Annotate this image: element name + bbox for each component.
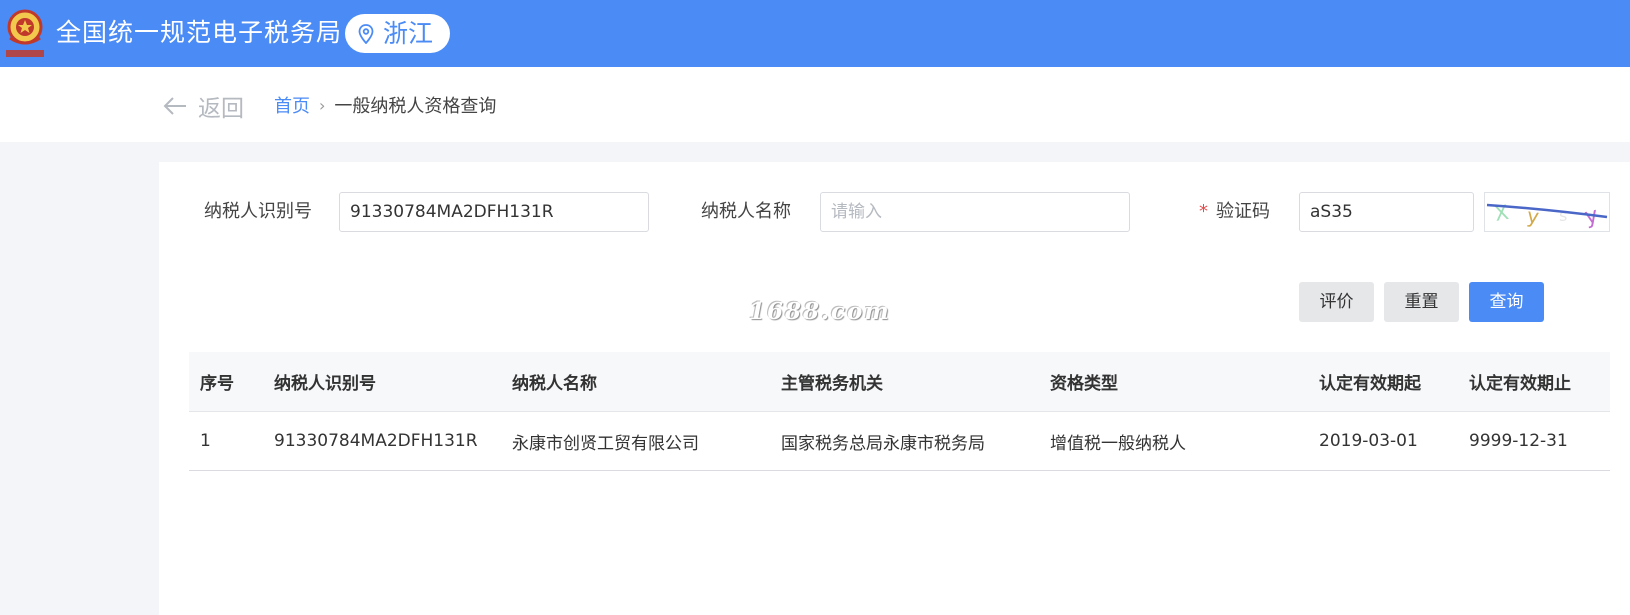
results-table: 序号 纳税人识别号 纳税人名称 主管税务机关 资格类型 认定有效期起 认定有效期…	[189, 352, 1610, 471]
column-header: 纳税人识别号	[274, 374, 376, 394]
top-header: 全国统一规范电子税务局 浙江	[0, 0, 1630, 67]
taxpayer-id-input[interactable]	[339, 192, 649, 232]
location-pin-icon	[358, 23, 374, 44]
reset-button[interactable]: 重置	[1384, 282, 1459, 322]
watermark: 1688.com	[749, 298, 891, 325]
table-header-row: 序号 纳税人识别号 纳税人名称 主管税务机关 资格类型 认定有效期起 认定有效期…	[189, 352, 1610, 412]
column-header: 纳税人名称	[512, 374, 597, 394]
table-cell-index: 1	[200, 431, 211, 451]
taxpayer-name-label: 纳税人名称	[701, 201, 791, 222]
svg-text:s: s	[1559, 206, 1567, 225]
captcha-label-group: * 验证码	[1199, 192, 1270, 232]
breadcrumb-home-link[interactable]: 首页	[274, 92, 310, 118]
column-header: 资格类型	[1050, 374, 1118, 394]
table-cell-tax-authority: 国家税务总局永康市税务局	[781, 433, 985, 454]
table-cell-valid-from: 2019-03-01	[1319, 431, 1418, 451]
table-row: 1 91330784MA2DFH131R 永康市创贤工贸有限公司 国家税务总局永…	[189, 412, 1610, 471]
column-header: 序号	[200, 374, 234, 394]
table-cell-taxpayer-name: 永康市创贤工贸有限公司	[512, 433, 699, 454]
breadcrumb: 首页 › 一般纳税人资格查询	[274, 92, 496, 118]
taxpayer-id-label: 纳税人识别号	[204, 201, 312, 222]
evaluate-button[interactable]: 评价	[1299, 282, 1374, 322]
column-header: 主管税务机关	[781, 374, 883, 394]
required-mark: *	[1199, 201, 1208, 222]
table-cell-valid-to: 9999-12-31	[1469, 431, 1568, 451]
query-button[interactable]: 查询	[1469, 282, 1544, 322]
back-button[interactable]: 返回	[162, 89, 244, 123]
captcha-image[interactable]: X y s y	[1484, 192, 1610, 232]
svg-text:X: X	[1493, 200, 1511, 226]
query-panel: 纳税人识别号 纳税人名称 * 验证码 X y s y 1688.com 评价 重置…	[159, 162, 1630, 615]
captcha-input[interactable]	[1299, 192, 1474, 232]
taxpayer-name-input[interactable]	[820, 192, 1130, 232]
tax-emblem-logo	[6, 9, 44, 57]
region-selector[interactable]: 浙江	[345, 14, 450, 53]
site-title: 全国统一规范电子税务局	[56, 18, 343, 47]
region-label: 浙江	[383, 19, 434, 48]
arrow-left-icon	[163, 97, 186, 115]
back-label: 返回	[198, 96, 244, 122]
column-header: 认定有效期止	[1469, 374, 1571, 394]
captcha-label: 验证码	[1216, 201, 1270, 222]
column-header: 认定有效期起	[1319, 374, 1421, 394]
table-cell-qualification-type: 增值税一般纳税人	[1050, 433, 1186, 454]
table-cell-taxpayer-id: 91330784MA2DFH131R	[274, 431, 478, 451]
breadcrumb-separator: ›	[319, 95, 326, 115]
breadcrumb-current: 一般纳税人资格查询	[334, 96, 497, 117]
breadcrumb-bar: 返回 首页 › 一般纳税人资格查询	[0, 67, 1630, 142]
captcha-glyphs: X y s y	[1486, 200, 1608, 230]
